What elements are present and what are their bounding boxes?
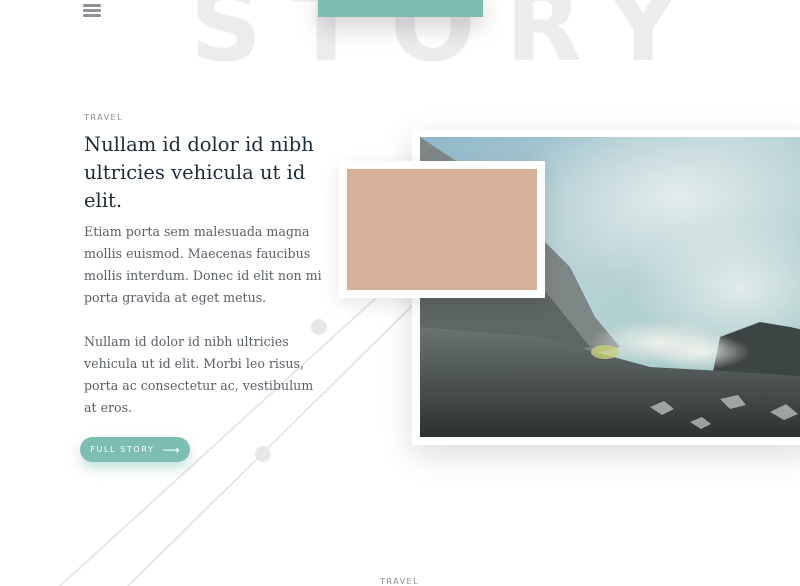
article-category: TRAVEL: [84, 113, 124, 122]
thumbnail-card[interactable]: [339, 161, 545, 298]
article-paragraph-2: Nullam id dolor id nibh ultricies vehicu…: [84, 334, 314, 415]
arrow-right-icon: ⟶: [162, 442, 180, 457]
full-story-label: FULL STORY: [90, 445, 155, 454]
article-title: Nullam id dolor id nibh ultricies vehicu…: [84, 133, 314, 212]
full-story-button[interactable]: FULL STORY ⟶: [80, 437, 190, 462]
thumbnail-image: [347, 169, 537, 290]
next-article-category: TRAVEL: [380, 577, 420, 586]
article-paragraph-1: Etiam porta sem malesuada magna mollis e…: [84, 224, 322, 305]
